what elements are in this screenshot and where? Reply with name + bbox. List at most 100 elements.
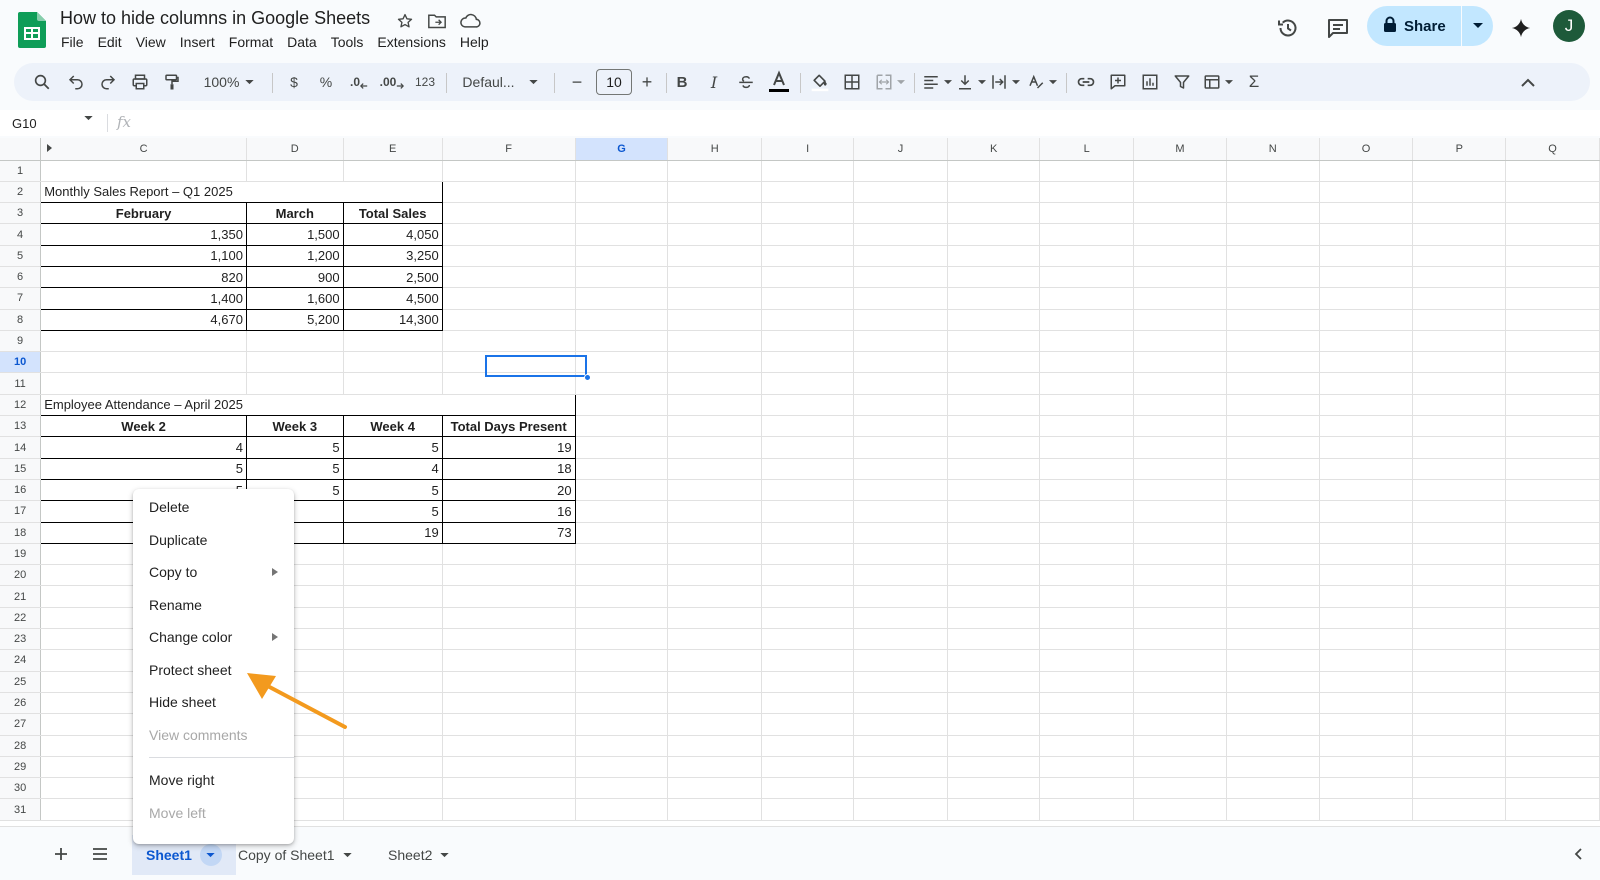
grid-cell[interactable] xyxy=(1039,436,1134,459)
row-header[interactable]: 24 xyxy=(0,649,42,672)
grid-cell[interactable] xyxy=(1226,287,1320,310)
row-header[interactable]: 29 xyxy=(0,756,42,779)
grid-cell[interactable] xyxy=(575,245,669,267)
grid-cell[interactable] xyxy=(853,351,948,374)
grid-cell[interactable] xyxy=(1133,607,1227,630)
grid-cell[interactable] xyxy=(1133,564,1227,587)
grid-cell[interactable] xyxy=(947,394,1041,417)
row-header[interactable]: 19 xyxy=(0,543,42,566)
grid-cell[interactable] xyxy=(1039,415,1134,438)
grid-cell[interactable] xyxy=(667,543,763,566)
grid-cell[interactable] xyxy=(1319,735,1414,757)
grid-cell[interactable] xyxy=(853,202,948,225)
grid-cell[interactable] xyxy=(1319,309,1414,331)
grid-cell[interactable] xyxy=(1319,500,1414,523)
grid-cell[interactable] xyxy=(1412,607,1507,630)
grid-cell[interactable] xyxy=(442,393,576,417)
grid-cell[interactable] xyxy=(667,436,763,459)
grid-cell[interactable] xyxy=(343,671,443,693)
grid-cell[interactable] xyxy=(575,798,669,821)
column-header-f[interactable]: F xyxy=(442,138,576,161)
collapse-toolbar-icon[interactable] xyxy=(1516,68,1540,96)
grid-cell[interactable] xyxy=(853,649,948,672)
document-title[interactable]: How to hide columns in Google Sheets xyxy=(60,8,370,29)
grid-cell[interactable] xyxy=(1133,671,1227,693)
grid-cell[interactable] xyxy=(853,543,948,566)
menu-item-move-right[interactable]: Move right xyxy=(133,764,294,797)
grid-cell[interactable] xyxy=(343,351,443,374)
grid-cell[interactable] xyxy=(40,160,247,182)
grid-cell[interactable] xyxy=(761,522,855,544)
grid-cell[interactable]: 5,200 xyxy=(245,308,344,331)
share-options-dropdown[interactable] xyxy=(1462,6,1493,46)
column-header-o[interactable]: O xyxy=(1319,138,1414,161)
avatar[interactable]: J xyxy=(1553,10,1585,42)
grid-cell[interactable] xyxy=(853,798,948,821)
grid-cell[interactable] xyxy=(1039,564,1134,587)
grid-cell[interactable] xyxy=(1505,266,1600,289)
grid-cell[interactable] xyxy=(575,628,669,651)
grid-cell[interactable] xyxy=(1319,649,1414,672)
grid-cell[interactable] xyxy=(1226,798,1320,821)
grid-cell[interactable] xyxy=(853,415,948,438)
grid-cell[interactable] xyxy=(1226,202,1320,225)
grid-cell[interactable] xyxy=(575,309,669,331)
grid-cell[interactable] xyxy=(1039,692,1134,715)
grid-cell[interactable] xyxy=(1226,458,1320,480)
grid-cell[interactable] xyxy=(442,585,576,608)
sheets-logo-icon[interactable] xyxy=(18,12,46,48)
filter-icon[interactable] xyxy=(1170,68,1194,96)
hidden-columns-arrow-icon[interactable] xyxy=(47,144,52,152)
grid-cell[interactable] xyxy=(947,522,1041,544)
row-header[interactable]: 25 xyxy=(0,671,42,693)
grid-cell[interactable]: 1,100 xyxy=(40,244,247,267)
grid-cell[interactable] xyxy=(1505,479,1600,502)
grid-cell[interactable] xyxy=(343,180,443,204)
grid-cell[interactable] xyxy=(1039,394,1134,417)
grid-cell[interactable] xyxy=(575,713,669,736)
grid-cell[interactable] xyxy=(1226,330,1320,353)
grid-cell[interactable] xyxy=(1226,756,1320,779)
grid-cell[interactable] xyxy=(1133,479,1227,502)
grid-cell[interactable] xyxy=(1505,351,1600,374)
column-header-d[interactable]: D xyxy=(246,138,344,161)
grid-cell[interactable] xyxy=(343,713,443,736)
grid-cell[interactable] xyxy=(575,436,669,459)
grid-cell[interactable] xyxy=(343,735,443,757)
grid-cell[interactable] xyxy=(761,160,855,182)
grid-cell[interactable] xyxy=(1226,585,1320,608)
grid-cell[interactable] xyxy=(761,671,855,693)
grid-cell[interactable]: 1,400 xyxy=(40,287,247,310)
grid-cell[interactable] xyxy=(947,564,1041,587)
grid-cell[interactable] xyxy=(575,735,669,757)
grid-cell[interactable] xyxy=(1319,564,1414,587)
grid-cell[interactable] xyxy=(761,543,855,566)
grid-cell[interactable] xyxy=(853,245,948,267)
grid-cell[interactable] xyxy=(667,202,763,225)
grid-cell[interactable]: Total Days Present xyxy=(441,415,576,438)
grid-cell[interactable] xyxy=(853,671,948,693)
row-header[interactable]: 13 xyxy=(0,415,42,438)
grid-cell[interactable]: 5 xyxy=(245,457,344,480)
column-header-i[interactable]: I xyxy=(761,138,855,161)
row-header[interactable]: 7 xyxy=(0,287,42,310)
grid-cell[interactable] xyxy=(947,607,1041,630)
grid-cell[interactable] xyxy=(1505,372,1600,395)
grid-cell[interactable] xyxy=(1505,330,1600,353)
grid-cell[interactable] xyxy=(1505,223,1600,246)
grid-cell[interactable]: February xyxy=(40,202,247,225)
grid-cell[interactable] xyxy=(1039,798,1134,821)
grid-cell[interactable] xyxy=(1412,160,1507,182)
grid-cell[interactable] xyxy=(1039,309,1134,331)
grid-cell[interactable] xyxy=(1319,394,1414,417)
grid-cell[interactable]: 4 xyxy=(342,457,443,480)
grid-cell[interactable] xyxy=(575,415,669,438)
grid-cell[interactable] xyxy=(853,713,948,736)
grid-cell[interactable] xyxy=(1412,671,1507,693)
grid-cell[interactable] xyxy=(1133,330,1227,353)
grid-cell[interactable] xyxy=(246,330,344,353)
row-header[interactable]: 11 xyxy=(0,372,42,395)
row-header[interactable]: 3 xyxy=(0,202,42,225)
menu-format[interactable]: Format xyxy=(222,33,280,51)
grid-cell[interactable] xyxy=(442,692,576,715)
